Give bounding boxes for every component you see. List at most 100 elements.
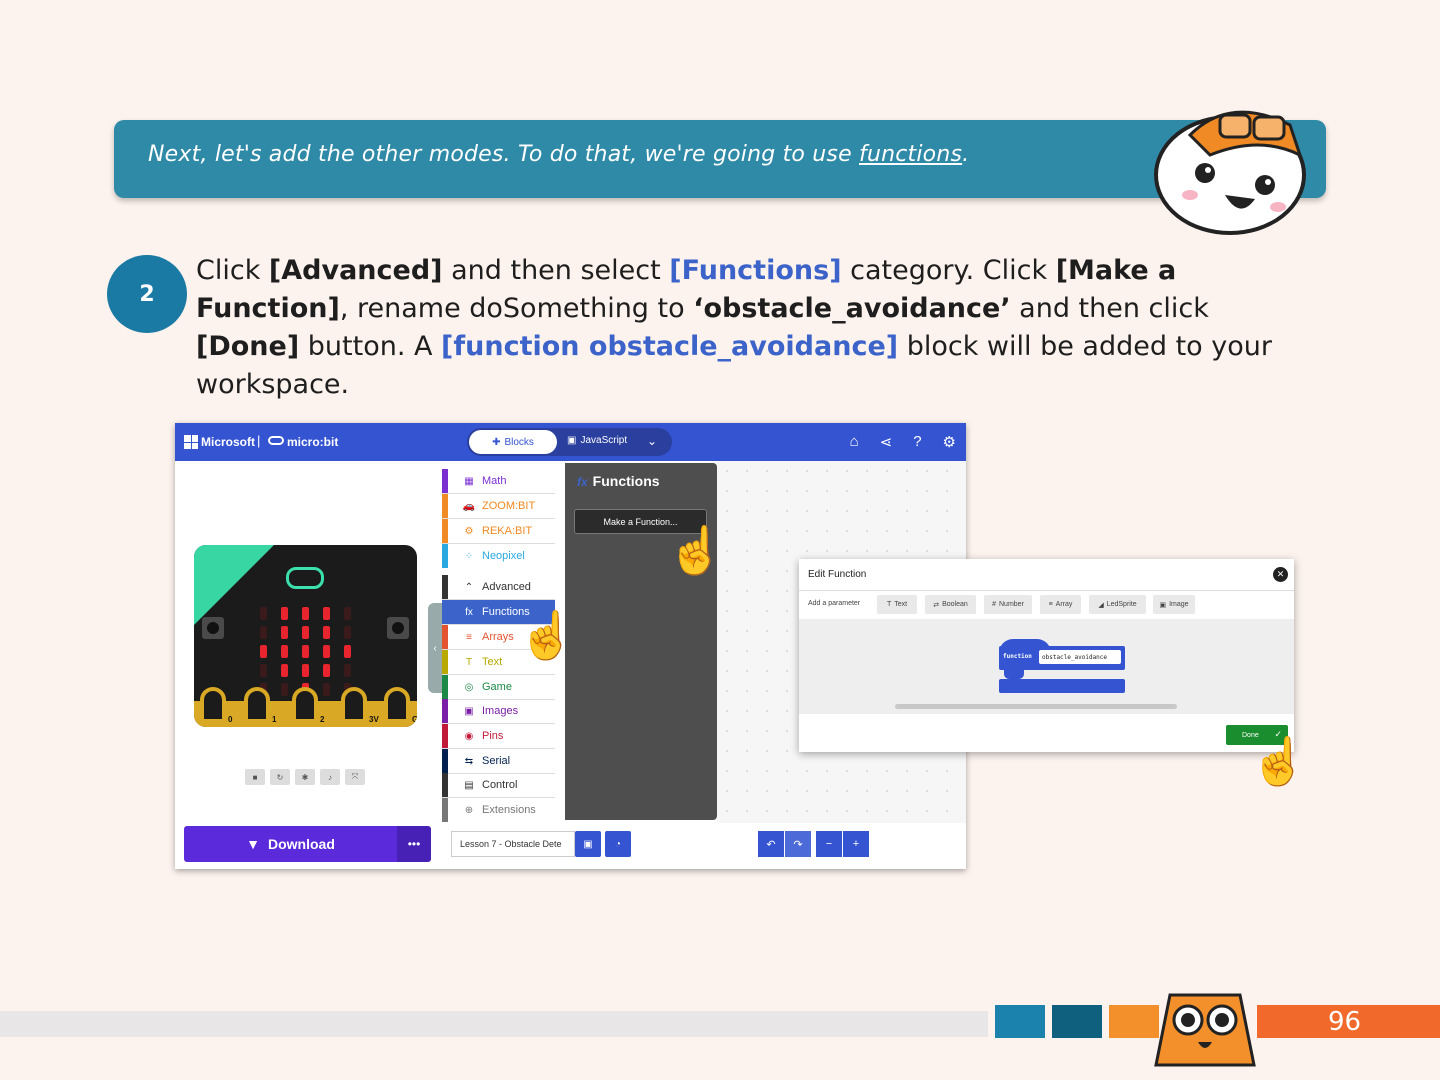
parameter-button-label: Text — [894, 601, 908, 608]
sound-icon[interactable]: ♪ — [320, 769, 340, 785]
zoom-in-icon[interactable]: + — [843, 831, 869, 857]
led — [260, 626, 267, 639]
more-options-button[interactable]: ••• — [397, 826, 431, 862]
home-icon[interactable]: ⌂ — [850, 433, 859, 451]
toolbox-item-label: REKA:BIT — [482, 525, 533, 537]
horizontal-scrollbar[interactable] — [895, 704, 1177, 709]
edge-pin[interactable] — [292, 687, 318, 723]
category-icon: ▤ — [464, 779, 474, 791]
toolbox-item-neopixel[interactable]: ⁘ Neopixel — [442, 544, 555, 568]
toolbox-item-label: Neopixel — [482, 550, 525, 562]
pointer-hand-icon: ☝ — [1249, 735, 1308, 787]
collapse-simulator-button[interactable]: ‹ — [428, 603, 442, 693]
toolbox-item-label: Text — [482, 656, 503, 668]
toolbox-item-advanced[interactable]: ⌃ Advanced — [442, 575, 555, 599]
robot-mascot-icon — [1154, 993, 1256, 1067]
category-icon: ◎ — [464, 681, 474, 693]
function-block[interactable]: function obstacle_avoidance — [999, 646, 1125, 670]
edge-pin[interactable] — [244, 687, 270, 723]
led — [302, 607, 309, 620]
boolean-icon: ⇄ — [933, 601, 940, 609]
fullscreen-icon[interactable]: ⤧ — [345, 769, 365, 785]
dialog-workspace[interactable]: function obstacle_avoidance — [799, 619, 1294, 714]
led — [302, 645, 309, 658]
javascript-tab[interactable]: ▣ JavaScript — [567, 435, 627, 446]
led — [344, 664, 351, 677]
function-keyword: function — [1003, 653, 1032, 660]
divider — [799, 590, 1294, 591]
toolbox-item-math[interactable]: ▦ Math — [442, 469, 555, 493]
toolbox-item-zoombit[interactable]: 🚗 ZOOM:BIT — [442, 494, 555, 518]
led — [344, 645, 351, 658]
toolbox-item-label: Pins — [482, 730, 504, 742]
pin-label: 0 — [228, 715, 233, 724]
toolbox-item-label: Advanced — [482, 581, 531, 593]
step-text-part: Click — [196, 255, 269, 286]
save-icon[interactable]: ▣ — [575, 831, 601, 857]
add-boolean-parameter-button[interactable]: ⇄ Boolean — [925, 595, 976, 614]
github-icon[interactable]: ◔ — [605, 831, 631, 857]
toolbox-item-rekabit[interactable]: ⚙ REKA:BIT — [442, 519, 555, 543]
number-icon: # — [992, 601, 996, 608]
category-icon: ≡ — [466, 631, 472, 643]
undo-icon[interactable]: ↶ — [758, 831, 784, 857]
blocks-tab[interactable]: ✚ Blocks — [469, 430, 557, 454]
microbit-simulator[interactable]: 0 1 2 3V GND — [194, 545, 417, 727]
function-block-bottom — [999, 679, 1125, 693]
toolbox-item-extensions[interactable]: ⊕ Extensions — [442, 798, 555, 822]
download-icon: ▼ — [246, 836, 260, 852]
restart-icon[interactable]: ↻ — [270, 769, 290, 785]
project-name-input[interactable]: Lesson 7 - Obstacle Dete — [451, 831, 575, 857]
toolbox-item-serial[interactable]: ⇆ Serial — [442, 749, 555, 773]
led — [302, 664, 309, 677]
toolbox-item-control[interactable]: ▤ Control — [442, 773, 555, 797]
simulator-controls: ■ ↻ ✱ ♪ ⤧ — [245, 769, 365, 785]
edge-pin[interactable] — [200, 687, 226, 723]
add-image-parameter-button[interactable]: ▣ Image — [1153, 595, 1195, 614]
add-text-parameter-button[interactable]: T Text — [877, 595, 917, 614]
led — [281, 664, 288, 677]
edge-pin[interactable] — [341, 687, 367, 723]
toolbox-item-game[interactable]: ◎ Game — [442, 675, 555, 699]
category-icon: ▦ — [464, 475, 474, 487]
add-ledsprite-parameter-button[interactable]: ◢ LedSprite — [1089, 595, 1146, 614]
zoom-out-icon[interactable]: − — [816, 831, 842, 857]
category-icon: T — [465, 656, 473, 668]
download-button[interactable]: ▼ Download — [184, 826, 397, 862]
help-icon[interactable]: ? — [913, 433, 921, 451]
editor-mode-toggle[interactable]: ✚ Blocks ▣ JavaScript ⌄ — [467, 428, 672, 456]
microbit-logo-icon — [268, 436, 284, 445]
step-text-part: [Functions] — [669, 255, 842, 286]
toolbox-item-label: Math — [482, 475, 507, 487]
category-icon: ⊕ — [464, 804, 474, 816]
button-a[interactable] — [202, 617, 224, 639]
button-b[interactable] — [387, 617, 409, 639]
add-parameter-label: Add a parameter — [808, 600, 861, 607]
function-name-field[interactable]: obstacle_avoidance — [1039, 650, 1121, 664]
edge-pin[interactable] — [384, 687, 410, 723]
microbit-label: micro:bit — [287, 435, 339, 449]
category-icon: fx — [465, 606, 473, 618]
category-icon: ◉ — [464, 730, 474, 742]
settings-icon[interactable]: ⚙ — [943, 433, 956, 451]
toolbox-item-images[interactable]: ▣ Images — [442, 699, 555, 723]
debug-icon[interactable]: ✱ — [295, 769, 315, 785]
step-text-part: [Advanced] — [268, 255, 443, 286]
step-number: 2 — [107, 255, 187, 333]
close-icon[interactable]: ✕ — [1273, 567, 1288, 582]
share-icon[interactable]: ⋖ — [880, 433, 893, 451]
pointer-hand-icon: ☝ — [666, 524, 725, 576]
chevron-down-icon[interactable]: ⌄ — [647, 434, 657, 448]
stop-icon[interactable]: ■ — [245, 769, 265, 785]
toolbox-item-label: Extensions — [482, 804, 536, 816]
category-icon: ⚙ — [464, 525, 474, 537]
toolbox-item-pins[interactable]: ◉ Pins — [442, 724, 555, 748]
redo-icon[interactable]: ↷ — [785, 831, 811, 857]
category-icon: ⇆ — [464, 755, 474, 767]
footer-square-1 — [995, 1005, 1045, 1038]
add-number-parameter-button[interactable]: # Number — [984, 595, 1032, 614]
tip-banner: Next, let's add the other modes. To do t… — [114, 120, 1326, 198]
step-text-part: [function obstacle_avoidance] — [441, 331, 899, 362]
editor-footer: Lesson 7 - Obstacle Dete ▣ ◔ ↶ ↷ − + — [433, 823, 966, 869]
add-array-parameter-button[interactable]: ≡ Array — [1040, 595, 1081, 614]
